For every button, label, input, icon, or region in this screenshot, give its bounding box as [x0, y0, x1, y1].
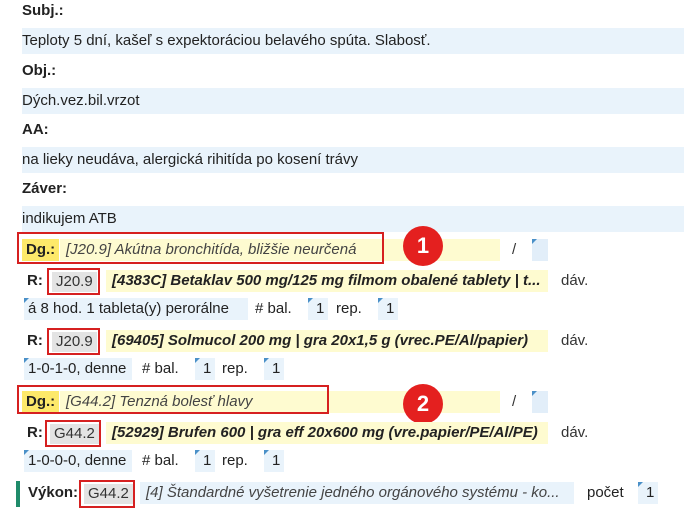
repeat-label: rep.	[336, 300, 362, 317]
diagnosis-slash: /	[512, 241, 517, 258]
repeat-field[interactable]: 1	[264, 450, 285, 472]
vykon-field[interactable]: [4] Štandardné vyšetrenie jedného orgáno…	[140, 482, 574, 504]
obj-field[interactable]: Dých.vez.bil.vrzot	[22, 88, 684, 114]
prescription-label: R:	[27, 332, 43, 349]
annotation-box	[47, 268, 100, 295]
repeat-field[interactable]: 1	[378, 298, 399, 320]
diagnosis-extra-field[interactable]	[532, 391, 548, 413]
annotation-badge: 1	[403, 226, 443, 266]
packages-label: # bal.	[255, 300, 292, 317]
prescription-label: R:	[27, 424, 43, 441]
annotation-badge: 2	[403, 384, 443, 424]
dosage-label: dáv.	[561, 424, 589, 441]
count-label: počet	[587, 484, 624, 501]
packages-label: # bal.	[142, 452, 179, 469]
packages-field[interactable]: 1	[195, 358, 216, 380]
annotation-box	[45, 420, 101, 447]
count-field[interactable]: 1	[638, 482, 659, 504]
dosage-label: dáv.	[561, 332, 589, 349]
prescription-label: R:	[27, 272, 43, 289]
repeat-field[interactable]: 1	[264, 358, 285, 380]
drug-field[interactable]: [4383C] Betaklav 500 mg/125 mg filmom ob…	[106, 270, 548, 292]
annotation-box	[17, 385, 329, 414]
subj-field[interactable]: Teploty 5 dní, kašeľ s expektoráciou bel…	[22, 28, 684, 54]
diagnosis-slash: /	[512, 393, 517, 410]
zaver-label: Záver:	[22, 180, 68, 197]
dosage-label: dáv.	[561, 272, 589, 289]
dose-field[interactable]: á 8 hod. 1 tableta(y) perorálne	[24, 298, 248, 320]
drug-field[interactable]: [69405] Solmucol 200 mg | gra 20x1,5 g (…	[106, 330, 548, 352]
repeat-label: rep.	[222, 452, 248, 469]
drug-field[interactable]: [52929] Brufen 600 | gra eff 20x600 mg (…	[106, 422, 548, 444]
diagnosis-extra-field[interactable]	[532, 239, 548, 261]
dose-field[interactable]: 1-0-1-0, denne	[24, 358, 132, 380]
annotation-box	[47, 328, 100, 355]
obj-label: Obj.:	[22, 62, 57, 79]
repeat-label: rep.	[222, 360, 248, 377]
packages-label: # bal.	[142, 360, 179, 377]
packages-field[interactable]: 1	[308, 298, 329, 320]
zaver-field[interactable]: indikujem ATB	[22, 206, 684, 232]
aa-field[interactable]: na lieky neudáva, alergická rihitída po …	[22, 147, 684, 173]
annotation-box	[79, 480, 135, 508]
annotation-box	[17, 232, 384, 264]
subj-label: Subj.:	[22, 2, 64, 19]
packages-field[interactable]: 1	[195, 450, 216, 472]
aa-label: AA:	[22, 121, 49, 138]
vykon-accent-bar	[16, 481, 20, 507]
dose-field[interactable]: 1-0-0-0, denne	[24, 450, 132, 472]
vykon-label: Výkon:	[28, 484, 79, 501]
